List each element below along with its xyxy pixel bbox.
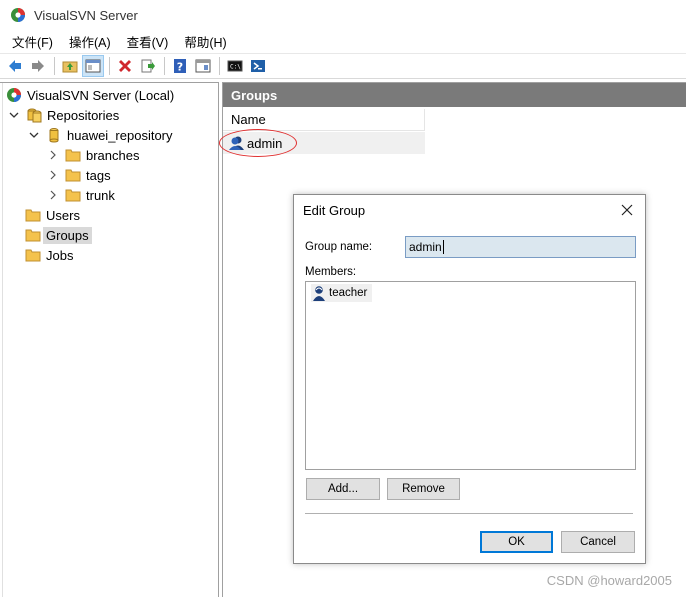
tree-item-label: trunk [86, 187, 115, 203]
menu-view[interactable]: 查看(V) [119, 32, 177, 51]
tree-item-label: tags [86, 167, 111, 183]
folder-icon [25, 229, 41, 242]
member-name: teacher [329, 287, 368, 299]
dialog-title: Edit Group [303, 203, 366, 218]
tree-item-label: Jobs [46, 247, 74, 263]
powershell-icon [251, 60, 265, 72]
delete-button[interactable] [114, 55, 136, 77]
back-button[interactable] [4, 55, 26, 77]
toolbar-separator [219, 57, 220, 75]
console-button[interactable]: C:\ [224, 55, 246, 77]
svg-text:C:\: C:\ [230, 64, 241, 71]
show-hide-tree-icon [85, 59, 101, 73]
window-title: VisualSVN Server [34, 7, 138, 23]
group-name-label: Group name: [305, 241, 373, 253]
chevron-right-icon[interactable] [47, 169, 59, 181]
chevron-down-icon[interactable] [28, 129, 40, 141]
repositories-icon [27, 108, 42, 123]
back-arrow-icon [9, 60, 21, 72]
menu-action[interactable]: 操作(A) [61, 32, 119, 51]
watermark: CSDN @howard2005 [546, 573, 672, 588]
dialog-divider [305, 513, 633, 514]
tree-item-branches[interactable]: branches [47, 145, 139, 165]
export-button[interactable] [137, 55, 159, 77]
tree-item-trunk[interactable]: trunk [47, 185, 115, 205]
column-header-name[interactable]: Name [223, 109, 425, 131]
forward-button[interactable] [27, 55, 49, 77]
folder-icon [65, 189, 81, 202]
visualsvn-server-icon [7, 88, 21, 102]
navigation-tree[interactable]: VisualSVN Server (Local) Repositories hu… [0, 82, 219, 597]
chevron-right-icon[interactable] [47, 149, 59, 161]
edit-group-dialog: Edit Group Group name: admin Members: te… [293, 194, 646, 564]
members-list[interactable]: teacher [305, 281, 636, 470]
group-name-field[interactable]: admin [405, 236, 636, 258]
powershell-button[interactable] [247, 55, 269, 77]
chevron-right-icon[interactable] [47, 189, 59, 201]
title-bar: VisualSVN Server [0, 0, 686, 30]
properties-icon [195, 59, 211, 73]
remove-member-button[interactable]: Remove [387, 478, 460, 500]
close-icon [621, 204, 633, 216]
tree-item-repositories[interactable]: Repositories [8, 105, 119, 125]
members-label: Members: [305, 266, 357, 278]
tree-item-tags[interactable]: tags [47, 165, 111, 185]
tree-item-groups[interactable]: Groups [25, 225, 92, 245]
menu-file[interactable]: 文件(F) [4, 32, 61, 51]
tree-item-root[interactable]: VisualSVN Server (Local) [6, 85, 174, 105]
toolbar: ? C:\ [0, 53, 686, 79]
user-icon [313, 286, 325, 301]
folder-icon [25, 249, 41, 262]
tree-item-label: Groups [43, 226, 92, 244]
up-folder-icon [62, 61, 78, 73]
folder-icon [65, 169, 81, 182]
help-button[interactable]: ? [169, 55, 191, 77]
tree-item-users[interactable]: Users [25, 205, 80, 225]
cancel-button[interactable]: Cancel [561, 531, 635, 553]
pane-header: Groups [223, 83, 686, 107]
toolbar-separator [109, 57, 110, 75]
folder-icon [65, 149, 81, 162]
menu-help[interactable]: 帮助(H) [176, 32, 234, 51]
show-hide-tree-button[interactable] [82, 55, 104, 77]
svg-text:?: ? [177, 61, 183, 74]
tree-item-label: huawei_repository [67, 127, 173, 143]
up-level-button[interactable] [59, 55, 81, 77]
tree-item-label: branches [86, 147, 140, 163]
console-icon: C:\ [227, 60, 243, 72]
tree-item-label: VisualSVN Server (Local) [27, 87, 175, 103]
close-button[interactable] [617, 200, 637, 220]
group-name-value: admin [409, 240, 442, 254]
tree-item-label: Repositories [47, 107, 120, 123]
tree-item-huawei-repository[interactable]: huawei_repository [28, 125, 173, 145]
ok-button[interactable]: OK [480, 531, 553, 553]
annotation-ellipse [219, 129, 297, 157]
tree-item-jobs[interactable]: Jobs [25, 245, 73, 265]
properties-button[interactable] [192, 55, 214, 77]
forward-arrow-icon [32, 60, 44, 72]
toolbar-separator [54, 57, 55, 75]
text-caret [442, 240, 444, 254]
chevron-down-icon[interactable] [8, 109, 20, 121]
menu-bar: 文件(F) 操作(A) 查看(V) 帮助(H) [0, 30, 686, 52]
folder-icon [25, 209, 41, 222]
tree-scroll-edge [0, 83, 3, 597]
toolbar-separator [164, 57, 165, 75]
list-item[interactable]: teacher [311, 284, 373, 302]
visualsvn-logo-icon [11, 8, 25, 22]
tree-item-label: Users [46, 207, 80, 223]
help-icon: ? [174, 59, 186, 74]
repository-icon [49, 128, 59, 143]
export-icon [141, 59, 155, 73]
delete-icon [119, 60, 131, 72]
add-member-button[interactable]: Add... [306, 478, 380, 500]
